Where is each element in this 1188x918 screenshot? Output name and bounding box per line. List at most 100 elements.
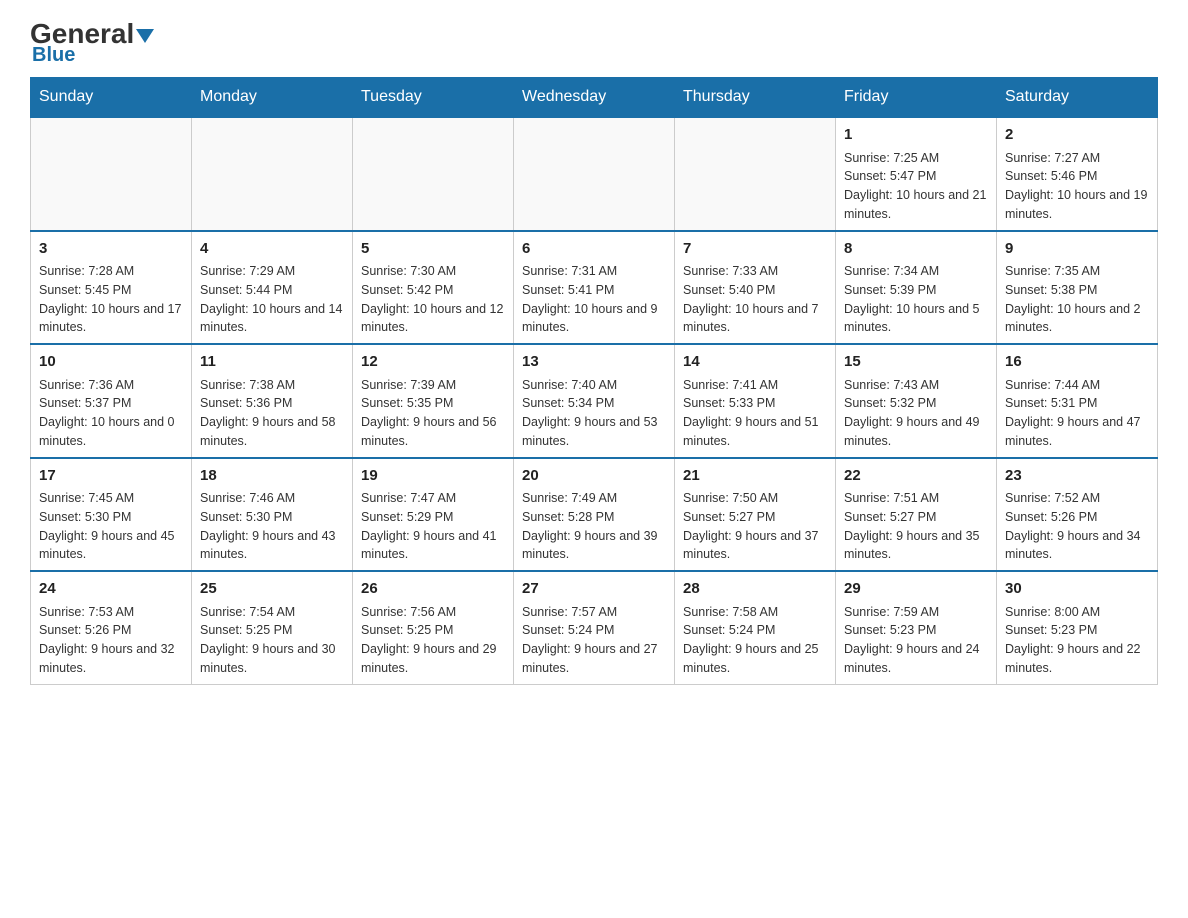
day-number: 13 xyxy=(522,351,666,374)
calendar-cell: 24Sunrise: 7:53 AMSunset: 5:26 PMDayligh… xyxy=(31,571,192,684)
day-info: Daylight: 9 hours and 49 minutes. xyxy=(844,413,988,451)
day-info: Sunset: 5:29 PM xyxy=(361,508,505,527)
day-info: Daylight: 10 hours and 7 minutes. xyxy=(683,300,827,338)
day-info: Sunset: 5:24 PM xyxy=(522,621,666,640)
day-info: Daylight: 9 hours and 39 minutes. xyxy=(522,527,666,565)
calendar-cell: 16Sunrise: 7:44 AMSunset: 5:31 PMDayligh… xyxy=(997,344,1158,458)
day-info: Sunrise: 7:54 AM xyxy=(200,603,344,622)
day-info: Sunset: 5:27 PM xyxy=(844,508,988,527)
day-info: Daylight: 9 hours and 45 minutes. xyxy=(39,527,183,565)
day-info: Daylight: 9 hours and 58 minutes. xyxy=(200,413,344,451)
day-info: Sunset: 5:44 PM xyxy=(200,281,344,300)
day-info: Sunrise: 7:40 AM xyxy=(522,376,666,395)
day-info: Sunset: 5:26 PM xyxy=(39,621,183,640)
day-info: Sunrise: 7:51 AM xyxy=(844,489,988,508)
day-info: Sunrise: 7:39 AM xyxy=(361,376,505,395)
day-number: 21 xyxy=(683,465,827,488)
calendar-cell: 18Sunrise: 7:46 AMSunset: 5:30 PMDayligh… xyxy=(192,458,353,572)
week-row-1: 1Sunrise: 7:25 AMSunset: 5:47 PMDaylight… xyxy=(31,117,1158,231)
day-number: 10 xyxy=(39,351,183,374)
day-number: 16 xyxy=(1005,351,1149,374)
day-info: Daylight: 10 hours and 14 minutes. xyxy=(200,300,344,338)
day-number: 25 xyxy=(200,578,344,601)
day-number: 6 xyxy=(522,238,666,261)
day-info: Daylight: 9 hours and 56 minutes. xyxy=(361,413,505,451)
day-info: Sunrise: 7:52 AM xyxy=(1005,489,1149,508)
calendar-cell: 1Sunrise: 7:25 AMSunset: 5:47 PMDaylight… xyxy=(836,117,997,231)
calendar-cell: 29Sunrise: 7:59 AMSunset: 5:23 PMDayligh… xyxy=(836,571,997,684)
calendar-cell: 7Sunrise: 7:33 AMSunset: 5:40 PMDaylight… xyxy=(675,231,836,345)
day-number: 29 xyxy=(844,578,988,601)
day-info: Daylight: 10 hours and 0 minutes. xyxy=(39,413,183,451)
day-info: Sunrise: 7:31 AM xyxy=(522,262,666,281)
day-info: Sunrise: 7:35 AM xyxy=(1005,262,1149,281)
calendar-cell: 22Sunrise: 7:51 AMSunset: 5:27 PMDayligh… xyxy=(836,458,997,572)
day-info: Daylight: 9 hours and 47 minutes. xyxy=(1005,413,1149,451)
calendar-cell: 23Sunrise: 7:52 AMSunset: 5:26 PMDayligh… xyxy=(997,458,1158,572)
day-info: Sunset: 5:34 PM xyxy=(522,394,666,413)
day-info: Daylight: 10 hours and 19 minutes. xyxy=(1005,186,1149,224)
day-info: Daylight: 9 hours and 29 minutes. xyxy=(361,640,505,678)
day-info: Sunrise: 7:30 AM xyxy=(361,262,505,281)
day-info: Sunset: 5:27 PM xyxy=(683,508,827,527)
day-number: 9 xyxy=(1005,238,1149,261)
day-info: Sunrise: 7:33 AM xyxy=(683,262,827,281)
day-info: Daylight: 10 hours and 5 minutes. xyxy=(844,300,988,338)
day-info: Sunset: 5:40 PM xyxy=(683,281,827,300)
calendar-cell: 13 Sunrise: 7:40 AMSunset: 5:34 PMDayligh… xyxy=(514,344,675,458)
day-number: 3 xyxy=(39,238,183,261)
day-info: Sunrise: 8:00 AM xyxy=(1005,603,1149,622)
day-info: Sunset: 5:25 PM xyxy=(361,621,505,640)
calendar-cell: 11 Sunrise: 7:38 AMSunset: 5:36 PMDayligh… xyxy=(192,344,353,458)
day-info: Sunset: 5:45 PM xyxy=(39,281,183,300)
day-info: Sunrise: 7:49 AM xyxy=(522,489,666,508)
calendar-cell: 27Sunrise: 7:57 AMSunset: 5:24 PMDayligh… xyxy=(514,571,675,684)
day-number: 2 xyxy=(1005,124,1149,147)
day-info: Daylight: 10 hours and 17 minutes. xyxy=(39,300,183,338)
day-info: Sunrise: 7:58 AM xyxy=(683,603,827,622)
day-number: 1 xyxy=(844,124,988,147)
day-info: Sunset: 5:38 PM xyxy=(1005,281,1149,300)
day-info: Daylight: 10 hours and 12 minutes. xyxy=(361,300,505,338)
day-info: Sunset: 5:39 PM xyxy=(844,281,988,300)
page-header: General Blue xyxy=(30,20,1158,67)
week-row-2: 3Sunrise: 7:28 AMSunset: 5:45 PMDaylight… xyxy=(31,231,1158,345)
calendar-cell xyxy=(353,117,514,231)
day-info: Sunset: 5:47 PM xyxy=(844,167,988,186)
day-info: Daylight: 9 hours and 51 minutes. xyxy=(683,413,827,451)
day-info: Daylight: 9 hours and 53 minutes. xyxy=(522,413,666,451)
calendar-cell: 28Sunrise: 7:58 AMSunset: 5:24 PMDayligh… xyxy=(675,571,836,684)
calendar-cell: 12Sunrise: 7:39 AMSunset: 5:35 PMDayligh… xyxy=(353,344,514,458)
day-number: 11 xyxy=(200,351,344,374)
calendar-cell: 26Sunrise: 7:56 AMSunset: 5:25 PMDayligh… xyxy=(353,571,514,684)
calendar-cell xyxy=(192,117,353,231)
calendar-cell: 6Sunrise: 7:31 AMSunset: 5:41 PMDaylight… xyxy=(514,231,675,345)
day-info: Sunset: 5:23 PM xyxy=(844,621,988,640)
day-info: Sunrise: 7:27 AM xyxy=(1005,149,1149,168)
day-number: 4 xyxy=(200,238,344,261)
day-number: 17 xyxy=(39,465,183,488)
day-info: Sunrise: 7:46 AM xyxy=(200,489,344,508)
calendar-header-row: SundayMondayTuesdayWednesdayThursdayFrid… xyxy=(31,78,1158,118)
calendar-table: SundayMondayTuesdayWednesdayThursdayFrid… xyxy=(30,77,1158,685)
day-info: Daylight: 9 hours and 30 minutes. xyxy=(200,640,344,678)
day-info: Daylight: 10 hours and 21 minutes. xyxy=(844,186,988,224)
day-header-friday: Friday xyxy=(836,78,997,118)
day-info: Sunrise: 7:41 AM xyxy=(683,376,827,395)
day-info: Sunset: 5:36 PM xyxy=(200,394,344,413)
day-info: Sunrise: 7:56 AM xyxy=(361,603,505,622)
day-number: 18 xyxy=(200,465,344,488)
calendar-cell: 10Sunrise: 7:36 AMSunset: 5:37 PMDayligh… xyxy=(31,344,192,458)
day-info: Sunrise: 7:38 AM xyxy=(200,376,344,395)
calendar-cell: 9Sunrise: 7:35 AMSunset: 5:38 PMDaylight… xyxy=(997,231,1158,345)
day-info: Sunrise: 7:28 AM xyxy=(39,262,183,281)
day-number: 7 xyxy=(683,238,827,261)
day-info: Sunset: 5:31 PM xyxy=(1005,394,1149,413)
day-header-wednesday: Wednesday xyxy=(514,78,675,118)
day-info: Sunrise: 7:29 AM xyxy=(200,262,344,281)
day-info: Sunset: 5:30 PM xyxy=(200,508,344,527)
calendar-cell: 15Sunrise: 7:43 AMSunset: 5:32 PMDayligh… xyxy=(836,344,997,458)
day-number: 27 xyxy=(522,578,666,601)
day-info: Daylight: 9 hours and 35 minutes. xyxy=(844,527,988,565)
day-info: Daylight: 9 hours and 24 minutes. xyxy=(844,640,988,678)
